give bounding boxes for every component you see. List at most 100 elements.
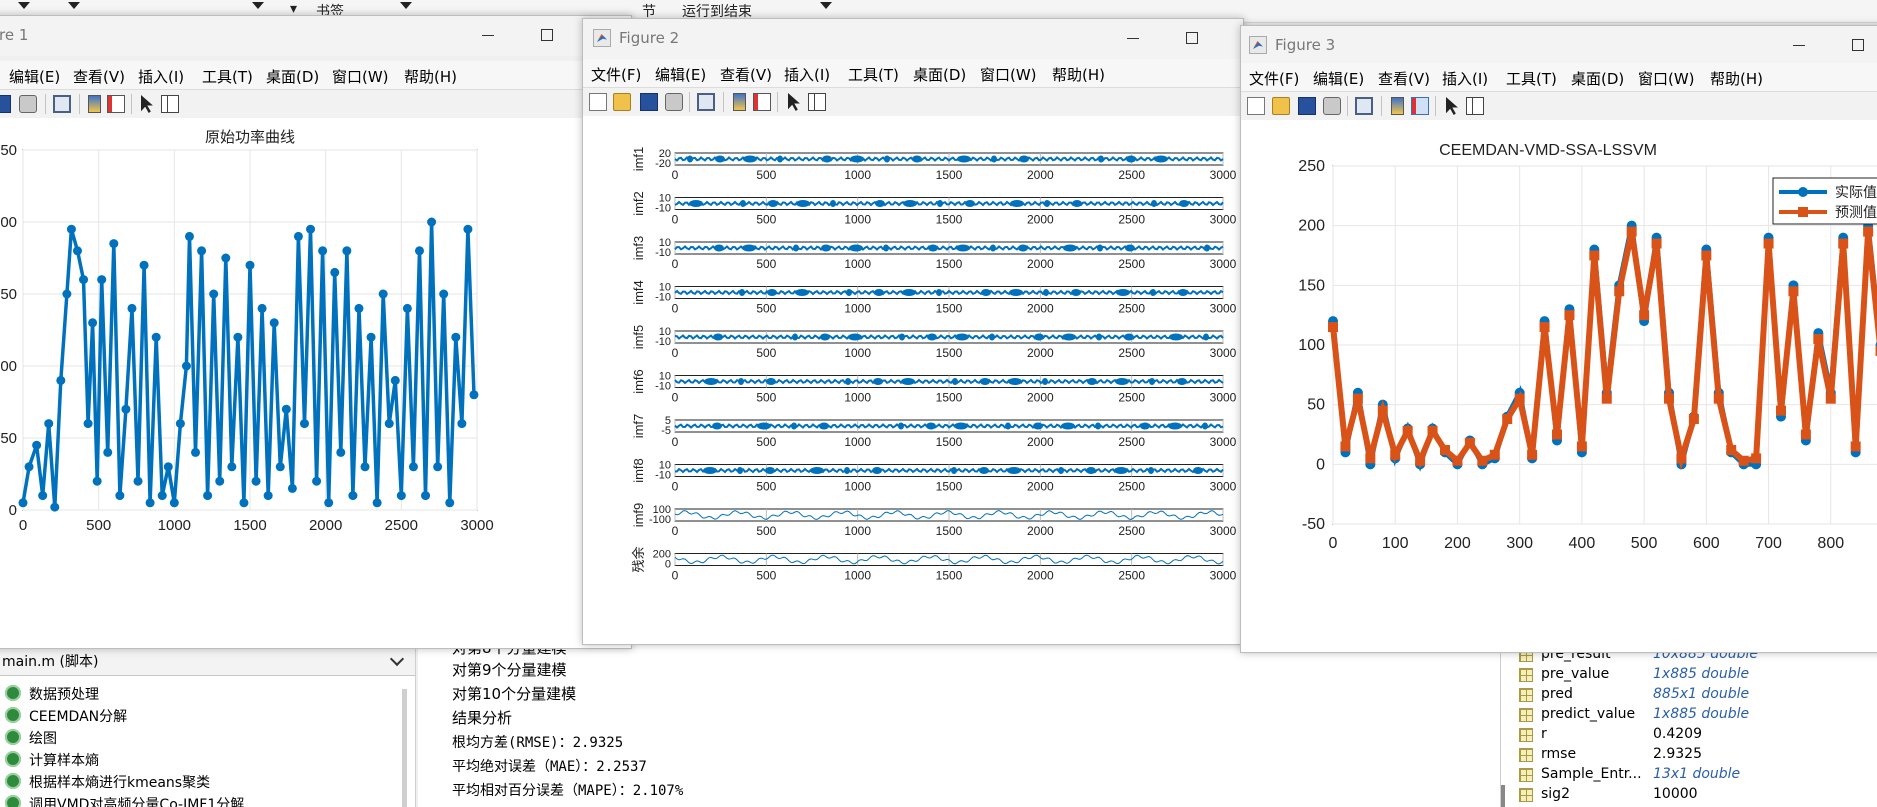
- menu-desktop[interactable]: 桌面(D): [266, 66, 319, 87]
- figure-1-window[interactable]: re 1 编辑(E) 查看(V) 插入(I) 工具(T) 桌面(D) 窗口(W)…: [0, 15, 632, 649]
- figure-2-titlebar[interactable]: Figure 2: [583, 19, 1243, 59]
- print-icon[interactable]: [19, 95, 37, 113]
- section-item[interactable]: 绘图: [0, 726, 400, 748]
- menu-edit[interactable]: 编辑(E): [1313, 68, 1364, 89]
- chevron-down-icon[interactable]: [389, 651, 405, 667]
- save-icon[interactable]: [1298, 97, 1316, 115]
- menu-file[interactable]: 文件(F): [1249, 68, 1299, 89]
- signal-burst: [1203, 333, 1209, 341]
- menu-tools[interactable]: 工具(T): [848, 64, 899, 85]
- x-tick-label: 1500: [936, 257, 963, 271]
- x-tick-label: 2500: [385, 517, 418, 534]
- subplot-label: imf6: [631, 369, 646, 394]
- menu-edit[interactable]: 编辑(E): [655, 64, 706, 85]
- signal-burst: [767, 289, 777, 296]
- save-icon[interactable]: [640, 93, 658, 111]
- command-window[interactable]: 对第8个分量建模 对第9个分量建模 对第10个分量建模 结果分析 根均方差(RM…: [418, 645, 1500, 807]
- figure-3-titlebar[interactable]: Figure 3: [1241, 26, 1877, 66]
- section-item[interactable]: 计算样本熵: [0, 748, 400, 770]
- data-point: [1352, 393, 1363, 404]
- x-tick-label: 3000: [1210, 213, 1237, 227]
- legend-icon[interactable]: [107, 95, 125, 113]
- workspace-row[interactable]: rmse 2.9325: [1501, 745, 1877, 765]
- workspace-row[interactable]: pred 885x1 double: [1501, 685, 1877, 705]
- data-point: [1564, 310, 1575, 321]
- export-icon[interactable]: [53, 95, 71, 113]
- menu-view[interactable]: 查看(V): [1378, 68, 1430, 89]
- print-icon[interactable]: [1323, 97, 1341, 115]
- section-icon: [5, 685, 21, 701]
- new-figure-icon[interactable]: [589, 93, 607, 111]
- minimize-icon[interactable]: [1787, 34, 1811, 56]
- new-figure-icon[interactable]: [1247, 97, 1265, 115]
- x-tick-label: 2000: [1027, 524, 1054, 538]
- y-tick-label: 200: [1298, 218, 1325, 235]
- workspace-row[interactable]: pre_value 1x885 double: [1501, 665, 1877, 685]
- section-item[interactable]: 根据样本熵进行kmeans聚类: [0, 770, 400, 792]
- menu-help[interactable]: 帮助(H): [1710, 68, 1763, 89]
- minimize-icon[interactable]: [476, 24, 500, 46]
- section-item[interactable]: CEEMDAN分解: [0, 704, 400, 726]
- figure-1-titlebar[interactable]: re 1: [0, 16, 631, 56]
- menu-insert[interactable]: 插入(I): [1442, 68, 1488, 89]
- signal-burst: [1033, 422, 1043, 430]
- legend-icon[interactable]: [753, 93, 771, 111]
- minimize-icon[interactable]: [1121, 27, 1145, 49]
- x-tick-label: 2500: [1118, 391, 1145, 405]
- dropdown-arrow-icon[interactable]: [18, 2, 30, 9]
- maximize-icon[interactable]: [535, 24, 559, 46]
- workspace-row[interactable]: sig2 10000: [1501, 785, 1877, 805]
- scrollbar[interactable]: [402, 689, 407, 807]
- section-item[interactable]: 数据预处理: [0, 682, 400, 704]
- export-icon[interactable]: [697, 93, 715, 111]
- workspace-row[interactable]: r 0.4209: [1501, 725, 1877, 745]
- menu-desktop[interactable]: 桌面(D): [913, 64, 966, 85]
- menu-insert[interactable]: 插入(I): [784, 64, 830, 85]
- maximize-icon[interactable]: [1180, 27, 1204, 49]
- data-point: [287, 483, 297, 493]
- legend-icon[interactable]: [1411, 97, 1429, 115]
- workspace-row[interactable]: predict_value 1x885 double: [1501, 705, 1877, 725]
- menu-desktop[interactable]: 桌面(D): [1571, 68, 1624, 89]
- open-icon[interactable]: [1272, 97, 1290, 115]
- figure-2-window[interactable]: Figure 2 文件(F) 编辑(E) 查看(V) 插入(I) 工具(T) 桌…: [582, 18, 1244, 645]
- dropdown-arrow-icon[interactable]: [252, 2, 264, 9]
- print-icon[interactable]: [665, 93, 683, 111]
- dropdown-arrow-icon[interactable]: [68, 2, 80, 9]
- colorbar-icon[interactable]: [733, 93, 746, 111]
- property-inspector-icon[interactable]: [1466, 97, 1484, 115]
- menu-tools[interactable]: 工具(T): [202, 66, 253, 87]
- save-icon[interactable]: [0, 95, 11, 113]
- menu-view[interactable]: 查看(V): [720, 64, 772, 85]
- menu-window[interactable]: 窗口(W): [980, 64, 1037, 85]
- data-point: [421, 491, 431, 501]
- menu-file[interactable]: 文件(F): [591, 64, 641, 85]
- y-tick-label: -10: [655, 336, 671, 348]
- menu-view[interactable]: 查看(V): [73, 66, 125, 87]
- variable-value: 2.9325: [1653, 746, 1702, 762]
- pointer-icon[interactable]: [1446, 97, 1458, 115]
- menu-edit[interactable]: 编辑(E): [9, 66, 60, 87]
- signal-burst: [1151, 200, 1157, 207]
- colorbar-icon[interactable]: [1391, 97, 1404, 115]
- menu-help[interactable]: 帮助(H): [404, 66, 457, 87]
- signal-burst: [1096, 333, 1102, 341]
- menu-tools[interactable]: 工具(T): [1506, 68, 1557, 89]
- section-item[interactable]: 调用VMD对高频分量Co-IMF1分解: [0, 792, 400, 807]
- pointer-icon[interactable]: [788, 93, 800, 111]
- pointer-icon[interactable]: [141, 95, 153, 113]
- dropdown-arrow-icon[interactable]: [400, 2, 412, 9]
- menu-help[interactable]: 帮助(H): [1052, 64, 1105, 85]
- property-inspector-icon[interactable]: [161, 95, 179, 113]
- workspace-row[interactable]: Sample_Entr... 13x1 double: [1501, 765, 1877, 785]
- export-icon[interactable]: [1355, 97, 1373, 115]
- menu-window[interactable]: 窗口(W): [1638, 68, 1695, 89]
- dropdown-arrow-icon[interactable]: [820, 2, 832, 9]
- colorbar-icon[interactable]: [88, 95, 101, 113]
- figure-3-window[interactable]: Figure 3 文件(F) 编辑(E) 查看(V) 插入(I) 工具(T) 桌…: [1240, 25, 1877, 653]
- open-icon[interactable]: [613, 93, 631, 111]
- menu-insert[interactable]: 插入(I): [138, 66, 184, 87]
- property-inspector-icon[interactable]: [808, 93, 826, 111]
- maximize-icon[interactable]: [1846, 34, 1870, 56]
- menu-window[interactable]: 窗口(W): [332, 66, 389, 87]
